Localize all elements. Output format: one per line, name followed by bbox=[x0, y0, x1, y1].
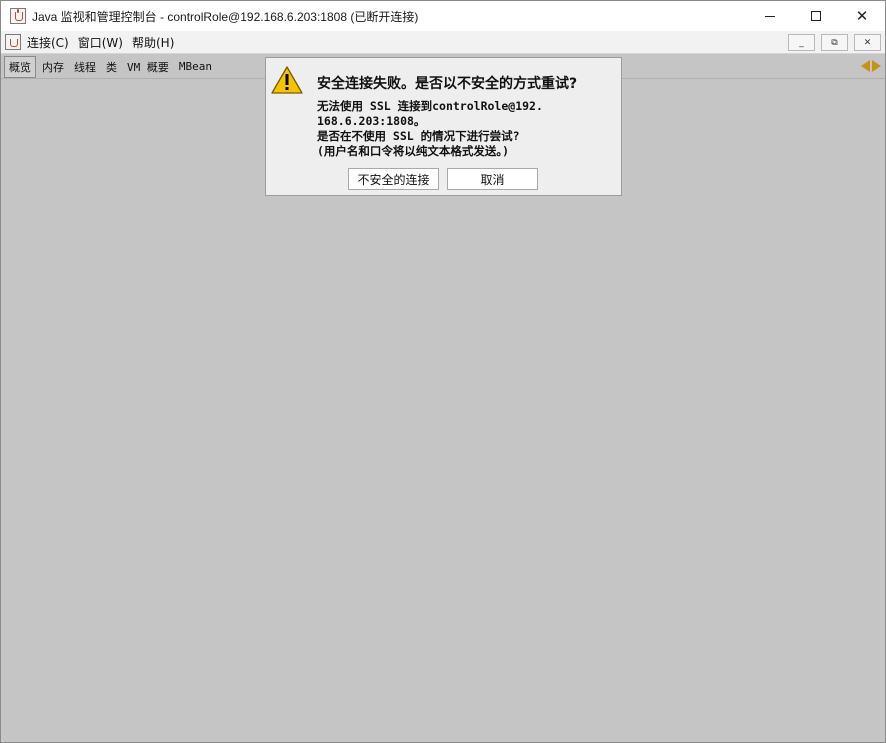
minimize-icon bbox=[765, 15, 775, 17]
menu-window[interactable]: 窗口(W) bbox=[78, 34, 123, 51]
tab-overview[interactable]: 概览 bbox=[4, 55, 36, 78]
insecure-connect-button[interactable]: 不安全的连接 bbox=[348, 168, 439, 190]
dialog-line: (用户名和口令将以纯文本格式发送。) bbox=[317, 144, 510, 158]
close-button[interactable]: ✕ bbox=[839, 1, 885, 31]
dialog-line: 168.6.203:1808。 bbox=[317, 114, 426, 128]
inner-restore-button[interactable]: ⧉ bbox=[821, 34, 848, 51]
menu-bar: 连接(C) 窗口(W) 帮助(H) _ ⧉ ✕ bbox=[1, 31, 885, 54]
insecure-connection-dialog: 安全连接失败。是否以不安全的方式重试? 无法使用 SSL 连接到controlR… bbox=[265, 57, 622, 196]
scroll-right-icon[interactable] bbox=[872, 60, 881, 72]
close-icon: ✕ bbox=[855, 7, 869, 25]
window-title: Java 监视和管理控制台 - controlRole@192.168.6.20… bbox=[32, 9, 419, 24]
maximize-button[interactable] bbox=[793, 1, 839, 31]
dialog-title: 安全连接失败。是否以不安全的方式重试? bbox=[317, 76, 578, 92]
cancel-button[interactable]: 取消 bbox=[447, 168, 538, 190]
dialog-line: 是否在不使用 SSL 的情况下进行尝试? bbox=[317, 129, 520, 143]
tab-memory[interactable]: 内存 bbox=[38, 57, 68, 77]
inner-minimize-button[interactable]: _ bbox=[788, 34, 815, 51]
window-controls: ✕ bbox=[747, 1, 885, 31]
tab-classes[interactable]: 类 bbox=[102, 57, 121, 77]
tab-vm-summary[interactable]: VM 概要 bbox=[123, 57, 173, 77]
internal-frame-controls: _ ⧉ ✕ bbox=[788, 34, 881, 51]
dialog-message: 无法使用 SSL 连接到controlRole@192. 168.6.203:1… bbox=[317, 99, 543, 159]
maximize-icon bbox=[811, 11, 821, 21]
menu-help[interactable]: 帮助(H) bbox=[132, 34, 174, 51]
tab-mbean[interactable]: MBean bbox=[175, 58, 216, 75]
minimize-button[interactable] bbox=[747, 1, 793, 31]
warning-icon bbox=[271, 66, 303, 94]
scroll-left-icon[interactable] bbox=[861, 60, 870, 72]
dialog-line: 无法使用 SSL 连接到controlRole@192. bbox=[317, 99, 543, 113]
menu-connection[interactable]: 连接(C) bbox=[27, 34, 69, 51]
title-bar[interactable]: Java 监视和管理控制台 - controlRole@192.168.6.20… bbox=[1, 1, 885, 31]
inner-close-button[interactable]: ✕ bbox=[854, 34, 881, 51]
java-menu-icon[interactable] bbox=[5, 34, 21, 50]
tab-scroll-arrows-icon[interactable] bbox=[861, 60, 881, 72]
tab-threads[interactable]: 线程 bbox=[70, 57, 100, 77]
jconsole-window: Java 监视和管理控制台 - controlRole@192.168.6.20… bbox=[0, 0, 886, 743]
java-app-icon bbox=[10, 8, 26, 24]
